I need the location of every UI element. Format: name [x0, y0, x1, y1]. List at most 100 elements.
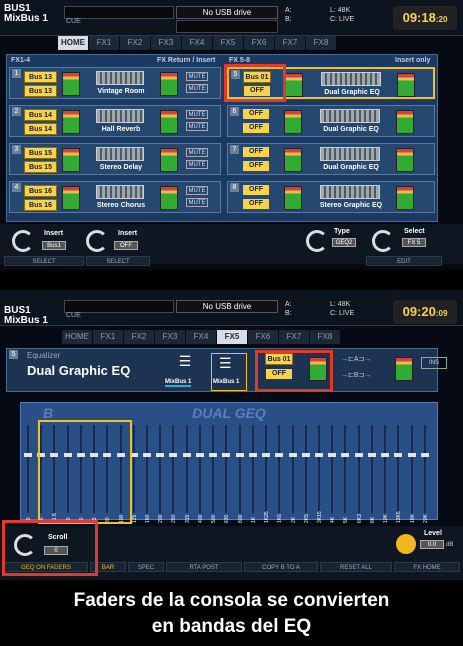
fader-cap[interactable]: [367, 453, 376, 457]
mute-button[interactable]: MUTE: [186, 160, 208, 169]
fader-cap[interactable]: [394, 453, 403, 457]
insert-off-button[interactable]: OFF: [243, 147, 269, 157]
insert-off-button[interactable]: OFF: [243, 161, 269, 171]
fx-slot-8[interactable]: 8 OFF OFF Stereo Graphic EQ: [227, 181, 435, 213]
mix-bus-1-a[interactable]: MixBus 1: [165, 379, 192, 387]
geq-band-fader[interactable]: 630: [222, 425, 231, 523]
reset-all-softkey[interactable]: RESET ALL: [320, 562, 392, 572]
tab-fx3[interactable]: FX3: [151, 36, 182, 50]
geq-band-fader[interactable]: 10K: [381, 425, 390, 523]
bus-send-button[interactable]: Bus 15: [24, 147, 57, 159]
level-knob-icon[interactable]: [396, 534, 416, 554]
mute-button[interactable]: MUTE: [186, 72, 208, 81]
fader-cap[interactable]: [143, 453, 152, 457]
bus-return-button[interactable]: Bus 15: [24, 161, 57, 173]
tab-fx2[interactable]: FX2: [120, 36, 151, 50]
geq-band-fader[interactable]: 1K: [248, 425, 257, 523]
fx-slot-3[interactable]: 3 Bus 15 Bus 15 Stereo Delay MUTE MUTE: [9, 143, 221, 175]
tab-fx8[interactable]: FX8: [306, 36, 337, 50]
geq-band-fader[interactable]: 4K: [328, 425, 337, 523]
tab-fx4[interactable]: FX4: [186, 330, 217, 344]
geq-band-fader[interactable]: 315: [182, 425, 191, 523]
fader-cap[interactable]: [262, 453, 271, 457]
fx-home-softkey[interactable]: FX HOME: [394, 562, 460, 572]
tab-home[interactable]: HOME: [58, 36, 89, 50]
geq-band-fader[interactable]: 20: [24, 425, 32, 523]
fader-cap[interactable]: [275, 453, 284, 457]
fader-cap[interactable]: [169, 453, 178, 457]
insert-off-button[interactable]: OFF: [243, 199, 269, 209]
bus-return-button[interactable]: Bus 16: [24, 199, 57, 211]
geq-band-fader[interactable]: 16K: [407, 425, 416, 523]
spec-softkey[interactable]: SPEC: [128, 562, 164, 572]
copy-b-to-a-softkey[interactable]: COPY B TO A: [244, 562, 318, 572]
tab-fx4[interactable]: FX4: [182, 36, 213, 50]
insert-off-button[interactable]: OFF: [243, 109, 269, 119]
mute-button[interactable]: MUTE: [186, 110, 208, 119]
geq-band-fader[interactable]: 1K6: [275, 425, 284, 523]
select-softkey[interactable]: SELECT: [4, 256, 84, 266]
ins-button[interactable]: INS: [421, 357, 447, 369]
insert-knob-icon[interactable]: [12, 230, 34, 252]
geq-band-fader[interactable]: 200: [156, 425, 165, 523]
fx-slot-2[interactable]: 2 Bus 14 Bus 14 Hall Reverb MUTE MUTE: [9, 105, 221, 137]
tab-fx3[interactable]: FX3: [155, 330, 186, 344]
tab-fx7[interactable]: FX7: [279, 330, 310, 344]
mute-button[interactable]: MUTE: [186, 84, 208, 93]
select-knob-icon[interactable]: [372, 230, 394, 252]
bus-send-button[interactable]: Bus 16: [24, 185, 57, 197]
fader-cap[interactable]: [182, 453, 191, 457]
tab-home[interactable]: HOME: [62, 330, 93, 344]
fader-cap[interactable]: [314, 453, 323, 457]
tab-fx6[interactable]: FX6: [248, 330, 279, 344]
insert-off-button[interactable]: OFF: [243, 185, 269, 195]
insert-knob-icon[interactable]: [86, 230, 108, 252]
fader-cap[interactable]: [209, 453, 218, 457]
bus-send-button[interactable]: Bus 14: [24, 109, 57, 121]
fx-slot-7[interactable]: 7 OFF OFF Dual Graphic EQ: [227, 143, 435, 175]
insert-off-button[interactable]: OFF: [243, 123, 269, 133]
tab-fx8[interactable]: FX8: [310, 330, 341, 344]
mute-button[interactable]: MUTE: [186, 186, 208, 195]
fader-cap[interactable]: [235, 453, 244, 457]
fader-cap[interactable]: [420, 453, 429, 457]
geq-band-fader[interactable]: 2K: [288, 425, 297, 523]
tab-fx1[interactable]: FX1: [89, 36, 120, 50]
fader-cap[interactable]: [24, 453, 32, 457]
select-softkey[interactable]: SELECT: [86, 256, 150, 266]
fader-cap[interactable]: [195, 453, 204, 457]
fader-cap[interactable]: [328, 453, 337, 457]
fader-cap[interactable]: [301, 453, 310, 457]
fader-cap[interactable]: [341, 453, 350, 457]
tab-fx2[interactable]: FX2: [124, 330, 155, 344]
fader-cap[interactable]: [354, 453, 363, 457]
edit-softkey[interactable]: EDIT: [366, 256, 442, 266]
bus-send-button[interactable]: Bus 13: [24, 71, 57, 83]
geq-band-fader[interactable]: 3K15: [314, 425, 323, 523]
bus-return-button[interactable]: Bus 14: [24, 123, 57, 135]
geq-band-fader[interactable]: 500: [209, 425, 218, 523]
geq-band-fader[interactable]: 12K5: [394, 425, 403, 523]
mute-button[interactable]: MUTE: [186, 148, 208, 157]
fader-cap[interactable]: [156, 453, 165, 457]
tab-fx6[interactable]: FX6: [244, 36, 275, 50]
geq-band-fader[interactable]: 800: [235, 425, 244, 523]
geq-band-fader[interactable]: 6K3: [354, 425, 363, 523]
fx-slot-4[interactable]: 4 Bus 16 Bus 16 Stereo Chorus MUTE MUTE: [9, 181, 221, 213]
geq-band-fader[interactable]: 125: [129, 425, 138, 523]
geq-band-fader[interactable]: 2K5: [301, 425, 310, 523]
geq-band-fader[interactable]: 8K: [367, 425, 376, 523]
type-knob-icon[interactable]: [306, 230, 328, 252]
geq-band-fader[interactable]: 1K25: [262, 425, 271, 523]
bus-return-button[interactable]: Bus 13: [24, 85, 57, 97]
mute-button[interactable]: MUTE: [186, 122, 208, 131]
geq-band-fader[interactable]: 20K: [420, 425, 429, 523]
tab-fx5[interactable]: FX5: [217, 330, 248, 344]
bus-select-icon[interactable]: ☰: [167, 353, 203, 381]
fader-cap[interactable]: [381, 453, 390, 457]
fx-slot-1[interactable]: 1 Bus 13 Bus 13 Vintage Room MUTE MUTE: [9, 67, 221, 99]
tab-fx7[interactable]: FX7: [275, 36, 306, 50]
fader-cap[interactable]: [288, 453, 297, 457]
fader-cap[interactable]: [407, 453, 416, 457]
fx-slot-6[interactable]: 6 OFF OFF Dual Graphic EQ: [227, 105, 435, 137]
